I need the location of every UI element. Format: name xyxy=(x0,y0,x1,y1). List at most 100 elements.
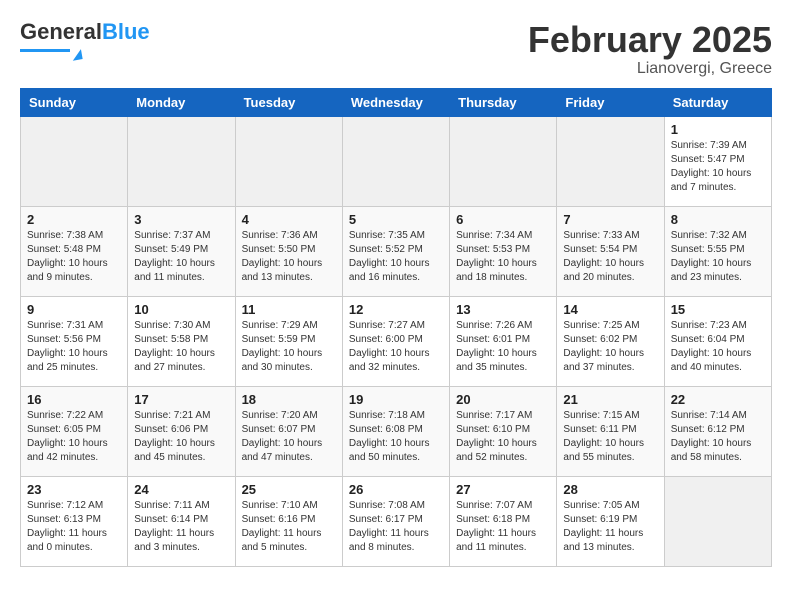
day-header-wednesday: Wednesday xyxy=(342,88,449,116)
logo: GeneralBlue xyxy=(20,20,150,60)
calendar-cell: 9 Sunrise: 7:31 AM Sunset: 5:56 PM Daylig… xyxy=(21,296,128,386)
day-number: 10 xyxy=(134,302,228,317)
day-number: 5 xyxy=(349,212,443,227)
day-number: 1 xyxy=(671,122,765,137)
month-title: February 2025 xyxy=(528,20,772,60)
day-number: 9 xyxy=(27,302,121,317)
calendar-cell: 16Sunrise: 7:22 AM Sunset: 6:05 PM Dayli… xyxy=(21,386,128,476)
day-info: Sunrise: 7:20 AM Sunset: 6:07 PM Dayligh… xyxy=(242,409,336,465)
calendar-cell xyxy=(128,116,235,206)
day-info: Sunrise: 7:22 AM Sunset: 6:05 PM Dayligh… xyxy=(27,409,121,465)
day-number: 27 xyxy=(456,482,550,497)
day-info: Sunrise: 7:31 AM Sunset: 5:56 PM Dayligh… xyxy=(27,319,121,375)
day-number: 6 xyxy=(456,212,550,227)
calendar-cell: 18 Sunrise: 7:20 AM Sunset: 6:07 PM Dayli… xyxy=(235,386,342,476)
calendar-cell: 2 Sunrise: 7:38 AM Sunset: 5:48 PM Daylig… xyxy=(21,206,128,296)
day-info: Sunrise: 7:08 AM Sunset: 6:17 PM Dayligh… xyxy=(349,499,443,555)
day-info: Sunrise: 7:17 AM Sunset: 6:10 PM Dayligh… xyxy=(456,409,550,465)
calendar-cell: 15 Sunrise: 7:23 AM Sunset: 6:04 PM Dayli… xyxy=(664,296,771,386)
calendar-cell xyxy=(342,116,449,206)
day-info: Sunrise: 7:11 AM Sunset: 6:14 PM Dayligh… xyxy=(134,499,228,555)
day-info: Sunrise: 7:14 AM Sunset: 6:12 PM Dayligh… xyxy=(671,409,765,465)
calendar-cell: 27 Sunrise: 7:07 AM Sunset: 6:18 PM Dayli… xyxy=(450,476,557,566)
calendar-cell: 20 Sunrise: 7:17 AM Sunset: 6:10 PM Dayli… xyxy=(450,386,557,476)
day-info: Sunrise: 7:32 AM Sunset: 5:55 PM Dayligh… xyxy=(671,229,765,285)
calendar-cell: 5 Sunrise: 7:35 AM Sunset: 5:52 PM Daylig… xyxy=(342,206,449,296)
day-info: Sunrise: 7:15 AM Sunset: 6:11 PM Dayligh… xyxy=(563,409,657,465)
day-number: 26 xyxy=(349,482,443,497)
day-info: Sunrise: 7:05 AM Sunset: 6:19 PM Dayligh… xyxy=(563,499,657,555)
day-info: Sunrise: 7:39 AM Sunset: 5:47 PM Dayligh… xyxy=(671,139,765,195)
calendar-cell xyxy=(21,116,128,206)
day-number: 17 xyxy=(134,392,228,407)
day-header-saturday: Saturday xyxy=(664,88,771,116)
calendar-table: SundayMondayTuesdayWednesdayThursdayFrid… xyxy=(20,88,772,567)
calendar-cell xyxy=(557,116,664,206)
calendar-cell: 26 Sunrise: 7:08 AM Sunset: 6:17 PM Dayli… xyxy=(342,476,449,566)
day-number: 25 xyxy=(242,482,336,497)
calendar-cell: 19Sunrise: 7:18 AM Sunset: 6:08 PM Dayli… xyxy=(342,386,449,476)
calendar-cell: 4 Sunrise: 7:36 AM Sunset: 5:50 PM Daylig… xyxy=(235,206,342,296)
day-number: 14 xyxy=(563,302,657,317)
calendar-cell: 1 Sunrise: 7:39 AM Sunset: 5:47 PM Daylig… xyxy=(664,116,771,206)
day-info: Sunrise: 7:33 AM Sunset: 5:54 PM Dayligh… xyxy=(563,229,657,285)
location: Lianovergi, Greece xyxy=(528,60,772,78)
day-info: Sunrise: 7:37 AM Sunset: 5:49 PM Dayligh… xyxy=(134,229,228,285)
calendar-header-row: SundayMondayTuesdayWednesdayThursdayFrid… xyxy=(21,88,772,116)
calendar-cell: 10 Sunrise: 7:30 AM Sunset: 5:58 PM Dayli… xyxy=(128,296,235,386)
calendar-cell: 23Sunrise: 7:12 AM Sunset: 6:13 PM Dayli… xyxy=(21,476,128,566)
day-number: 12 xyxy=(349,302,443,317)
day-info: Sunrise: 7:36 AM Sunset: 5:50 PM Dayligh… xyxy=(242,229,336,285)
calendar-week-row: 1 Sunrise: 7:39 AM Sunset: 5:47 PM Daylig… xyxy=(21,116,772,206)
calendar-cell: 6Sunrise: 7:34 AM Sunset: 5:53 PM Daylig… xyxy=(450,206,557,296)
day-info: Sunrise: 7:21 AM Sunset: 6:06 PM Dayligh… xyxy=(134,409,228,465)
day-info: Sunrise: 7:38 AM Sunset: 5:48 PM Dayligh… xyxy=(27,229,121,285)
calendar-cell: 13Sunrise: 7:26 AM Sunset: 6:01 PM Dayli… xyxy=(450,296,557,386)
day-number: 20 xyxy=(456,392,550,407)
logo-blue-text: Blue xyxy=(102,19,150,44)
title-block: February 2025 Lianovergi, Greece xyxy=(528,20,772,78)
day-info: Sunrise: 7:29 AM Sunset: 5:59 PM Dayligh… xyxy=(242,319,336,375)
page-header: GeneralBlue February 2025 Lianovergi, Gr… xyxy=(20,20,772,78)
calendar-cell: 3Sunrise: 7:37 AM Sunset: 5:49 PM Daylig… xyxy=(128,206,235,296)
day-number: 22 xyxy=(671,392,765,407)
calendar-cell: 11 Sunrise: 7:29 AM Sunset: 5:59 PM Dayli… xyxy=(235,296,342,386)
day-number: 8 xyxy=(671,212,765,227)
day-number: 18 xyxy=(242,392,336,407)
day-number: 4 xyxy=(242,212,336,227)
day-number: 21 xyxy=(563,392,657,407)
day-header-tuesday: Tuesday xyxy=(235,88,342,116)
calendar-cell: 12 Sunrise: 7:27 AM Sunset: 6:00 PM Dayli… xyxy=(342,296,449,386)
day-number: 2 xyxy=(27,212,121,227)
day-info: Sunrise: 7:26 AM Sunset: 6:01 PM Dayligh… xyxy=(456,319,550,375)
calendar-cell xyxy=(450,116,557,206)
calendar-cell: 17 Sunrise: 7:21 AM Sunset: 6:06 PM Dayli… xyxy=(128,386,235,476)
calendar-cell: 25Sunrise: 7:10 AM Sunset: 6:16 PM Dayli… xyxy=(235,476,342,566)
calendar-week-row: 23Sunrise: 7:12 AM Sunset: 6:13 PM Dayli… xyxy=(21,476,772,566)
day-number: 19 xyxy=(349,392,443,407)
day-number: 24 xyxy=(134,482,228,497)
day-info: Sunrise: 7:07 AM Sunset: 6:18 PM Dayligh… xyxy=(456,499,550,555)
day-number: 28 xyxy=(563,482,657,497)
calendar-cell: 7 Sunrise: 7:33 AM Sunset: 5:54 PM Daylig… xyxy=(557,206,664,296)
day-number: 11 xyxy=(242,302,336,317)
day-info: Sunrise: 7:25 AM Sunset: 6:02 PM Dayligh… xyxy=(563,319,657,375)
calendar-cell: 14 Sunrise: 7:25 AM Sunset: 6:02 PM Dayli… xyxy=(557,296,664,386)
calendar-cell: 8 Sunrise: 7:32 AM Sunset: 5:55 PM Daylig… xyxy=(664,206,771,296)
calendar-week-row: 2 Sunrise: 7:38 AM Sunset: 5:48 PM Daylig… xyxy=(21,206,772,296)
day-info: Sunrise: 7:12 AM Sunset: 6:13 PM Dayligh… xyxy=(27,499,121,555)
day-info: Sunrise: 7:23 AM Sunset: 6:04 PM Dayligh… xyxy=(671,319,765,375)
day-info: Sunrise: 7:27 AM Sunset: 6:00 PM Dayligh… xyxy=(349,319,443,375)
day-header-sunday: Sunday xyxy=(21,88,128,116)
day-info: Sunrise: 7:35 AM Sunset: 5:52 PM Dayligh… xyxy=(349,229,443,285)
day-info: Sunrise: 7:30 AM Sunset: 5:58 PM Dayligh… xyxy=(134,319,228,375)
logo-general-text: General xyxy=(20,19,102,44)
calendar-cell xyxy=(235,116,342,206)
day-header-thursday: Thursday xyxy=(450,88,557,116)
calendar-cell: 28 Sunrise: 7:05 AM Sunset: 6:19 PM Dayli… xyxy=(557,476,664,566)
day-header-monday: Monday xyxy=(128,88,235,116)
calendar-week-row: 16Sunrise: 7:22 AM Sunset: 6:05 PM Dayli… xyxy=(21,386,772,476)
day-number: 7 xyxy=(563,212,657,227)
day-number: 15 xyxy=(671,302,765,317)
calendar-cell: 24 Sunrise: 7:11 AM Sunset: 6:14 PM Dayli… xyxy=(128,476,235,566)
